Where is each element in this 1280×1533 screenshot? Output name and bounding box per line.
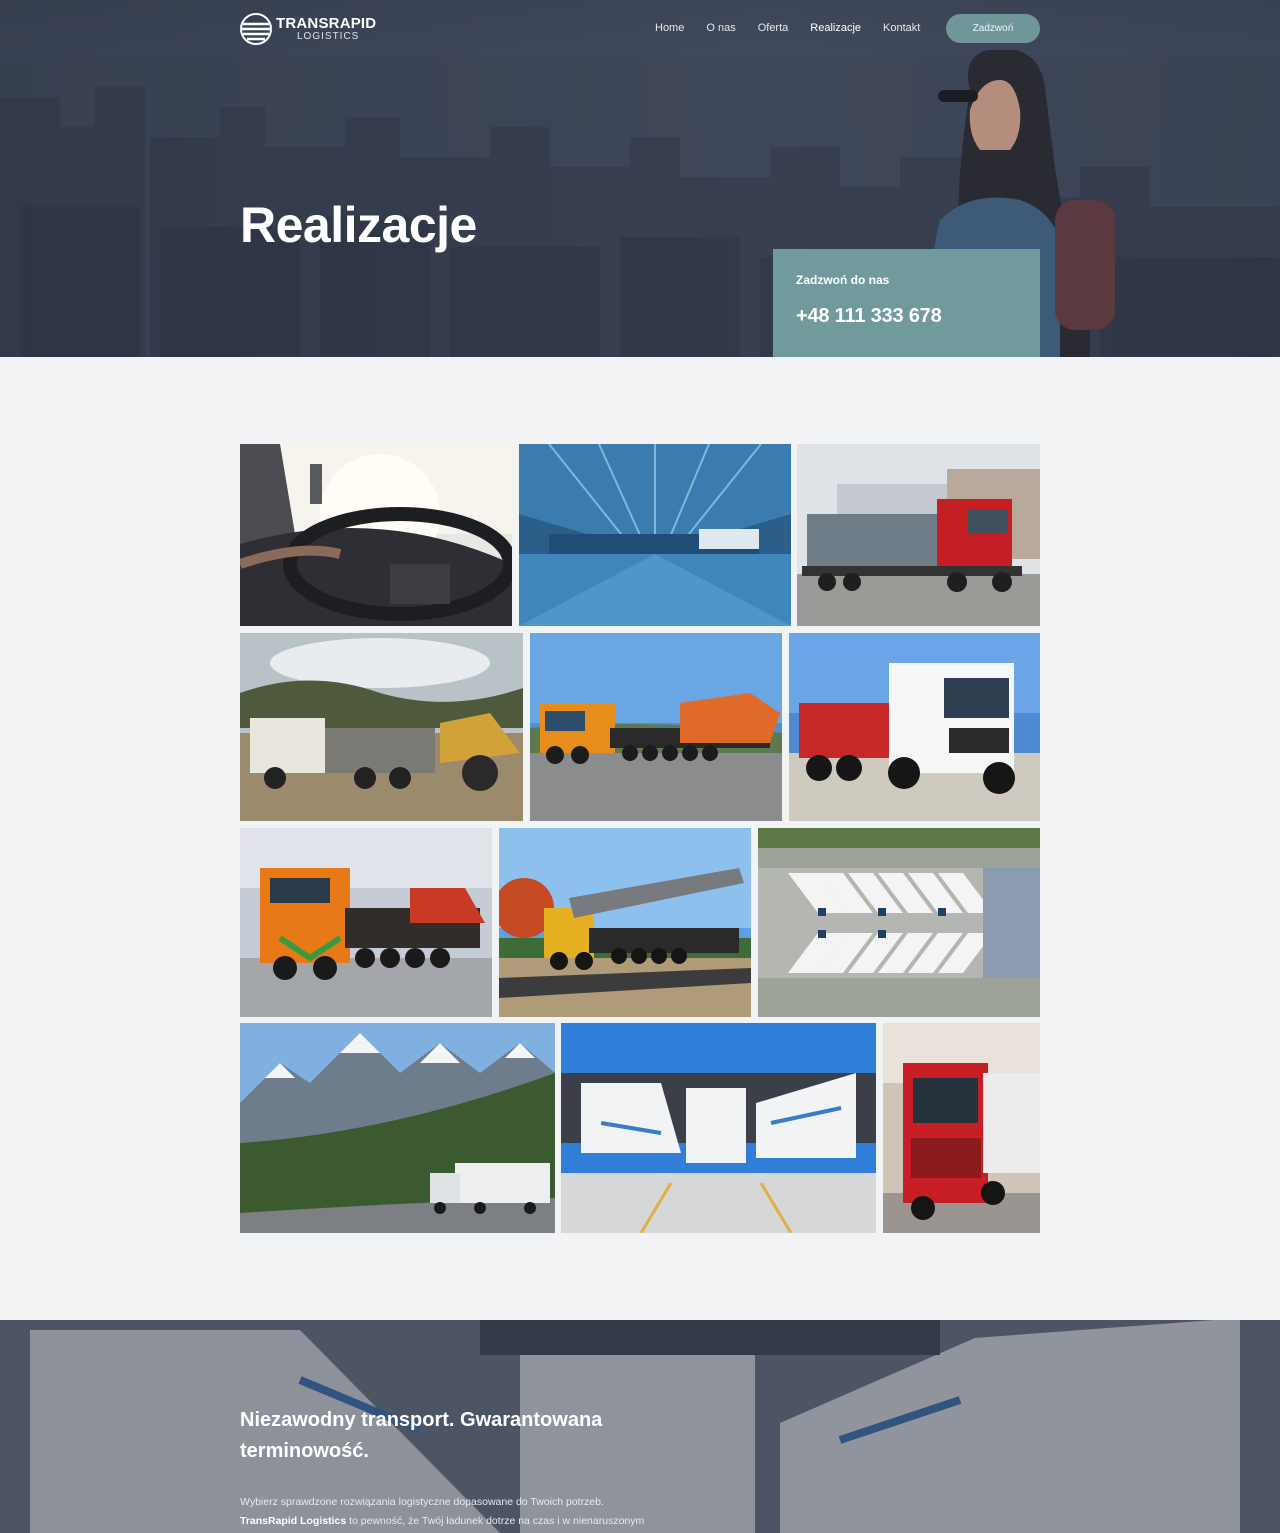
gallery-item-8[interactable] [499,828,751,1017]
dump-truck-quarry-photo [240,633,523,821]
aerial-trailer-parking-photo [758,828,1040,1017]
gallery-item-7[interactable] [240,828,492,1017]
nav-oferta[interactable]: Oferta [758,22,789,34]
gallery-item-6[interactable] [789,633,1040,821]
gallery-item-3[interactable] [797,444,1040,626]
loading-dock-trailers-photo [561,1023,876,1233]
brand-name: TransRapid Logistics [240,1515,347,1527]
band-description-line1: Wybierz sprawdzone rozwiązania logistycz… [240,1496,604,1508]
call-button[interactable]: Zadzwoń [946,14,1040,43]
gallery-item-5[interactable] [530,633,782,821]
reliable-transport-section: Niezawodny transport. Gwarantowana termi… [0,1320,1280,1533]
realizations-gallery [240,444,1040,1233]
gallery-item-9[interactable] [758,828,1040,1017]
band-description: Wybierz sprawdzone rozwiązania logistycz… [240,1493,680,1531]
gallery-item-2[interactable] [519,444,791,626]
red-truck-covered-load-photo [797,444,1040,626]
hero-section: TRANSRAPID LOGISTICS Home O nas Oferta R… [0,0,1280,357]
phone-number[interactable]: +48 111 333 678 [796,305,1017,328]
crane-transport-truck-photo [499,828,751,1017]
gallery-item-11[interactable] [561,1023,876,1233]
logo[interactable]: TRANSRAPID LOGISTICS [240,12,380,46]
band-description-line2: to pewność, że Twój ładunek dotrze na cz… [349,1515,645,1527]
white-scania-dump-truck-photo [789,633,1040,821]
gallery-item-10[interactable] [240,1023,555,1233]
gallery-item-4[interactable] [240,633,523,821]
band-title: Niezawodny transport. Gwarantowana termi… [240,1409,603,1462]
globe-logo-icon [240,13,272,45]
call-us-box: Zadzwoń do nas +48 111 333 678 [773,249,1040,357]
orange-heavy-haul-truck-photo [240,828,492,1017]
gallery-item-1[interactable] [240,444,512,626]
gallery-item-12[interactable] [883,1023,1040,1233]
page-title: Realizacje [240,197,477,253]
nav-realizacje[interactable]: Realizacje [810,22,861,34]
nav-home[interactable]: Home [655,22,684,34]
red-scania-truck-photo [883,1023,1040,1233]
logo-sub-text: LOGISTICS [297,31,360,42]
logo-main-text: TRANSRAPID [276,15,377,32]
warehouse-interior-photo [519,444,791,626]
mountain-road-truck-photo [240,1023,555,1233]
truck-cabin-steering-photo [240,444,512,626]
nav-o-nas[interactable]: O nas [706,22,735,34]
heavy-haul-excavator-transport-photo [530,633,782,821]
call-us-label: Zadzwoń do nas [796,273,890,287]
nav-kontakt[interactable]: Kontakt [883,22,920,34]
main-nav: Home O nas Oferta Realizacje Kontakt [655,22,942,34]
